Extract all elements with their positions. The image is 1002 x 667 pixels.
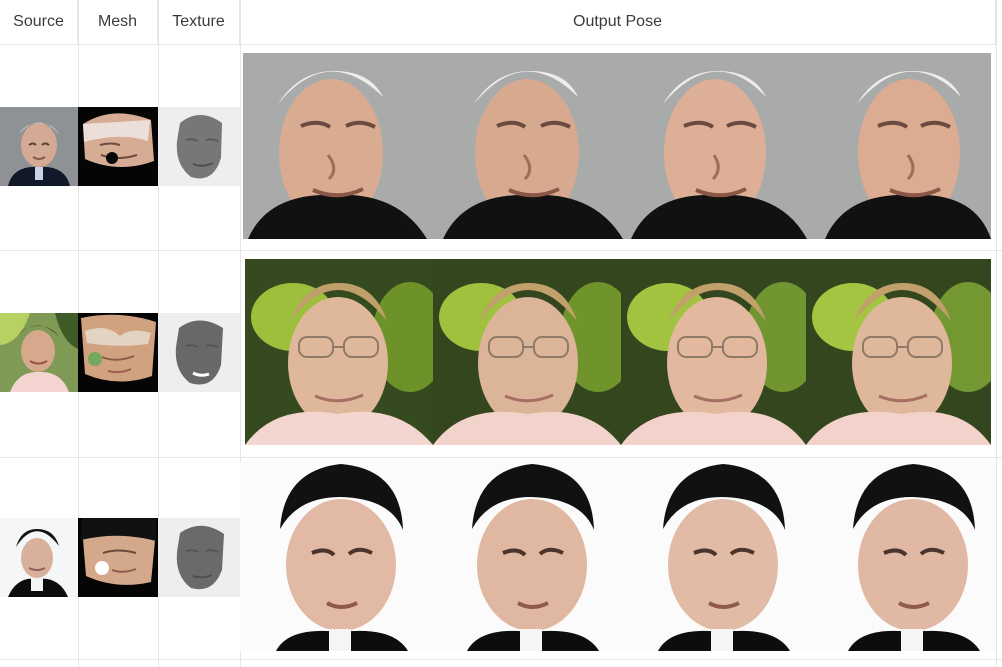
mesh-image-woman xyxy=(78,313,158,392)
source-image-young-man xyxy=(0,518,78,597)
output-pose-image xyxy=(807,53,991,239)
output-pose-row-3 xyxy=(240,462,996,651)
output-pose-image xyxy=(621,259,806,445)
output-pose-image xyxy=(245,259,433,445)
header-mesh: Mesh xyxy=(78,0,158,45)
header-texture: Texture xyxy=(158,0,240,45)
output-pose-image xyxy=(623,53,807,239)
mesh-image-elderly-man xyxy=(78,107,158,186)
header-output-pose: Output Pose xyxy=(240,0,996,45)
column-divider xyxy=(996,0,997,667)
output-pose-image xyxy=(240,462,432,651)
texture-image-face xyxy=(158,518,240,597)
source-image-elderly-man xyxy=(0,107,78,186)
header-source: Source xyxy=(0,0,78,45)
output-pose-image xyxy=(433,259,621,445)
output-pose-image xyxy=(243,53,433,239)
results-table: Source Mesh Texture Output Pose xyxy=(0,0,1002,667)
output-pose-image xyxy=(810,462,996,651)
output-pose-image xyxy=(433,53,623,239)
texture-image-face xyxy=(158,313,240,392)
output-pose-image xyxy=(806,259,991,445)
mesh-image-young-man xyxy=(78,518,158,597)
texture-image-face xyxy=(158,107,240,186)
output-pose-row-2 xyxy=(245,259,991,445)
output-pose-image xyxy=(432,462,622,651)
source-image-woman xyxy=(0,313,78,392)
output-pose-image xyxy=(622,462,810,651)
output-pose-row-1 xyxy=(243,53,991,239)
